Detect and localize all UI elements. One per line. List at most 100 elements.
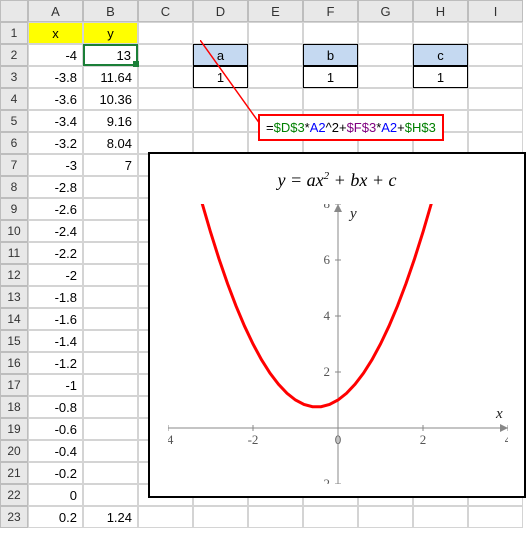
cell-A14[interactable]: -1.6: [28, 308, 83, 330]
cell-A11[interactable]: -2.2: [28, 242, 83, 264]
row-11[interactable]: 11: [0, 242, 28, 264]
cell-empty[interactable]: [138, 110, 193, 132]
cell-A8[interactable]: -2.8: [28, 176, 83, 198]
col-F[interactable]: F: [303, 0, 358, 22]
cell-empty[interactable]: [248, 88, 303, 110]
cell-A17[interactable]: -1: [28, 374, 83, 396]
cell-B12[interactable]: [83, 264, 138, 286]
cell-empty[interactable]: [193, 110, 248, 132]
cell-D1[interactable]: [193, 22, 248, 44]
cell-A15[interactable]: -1.4: [28, 330, 83, 352]
chart-panel[interactable]: y = ax2 + bx + c -4-2024-22468xy: [148, 152, 526, 498]
cell-A13[interactable]: -1.8: [28, 286, 83, 308]
cell-I1[interactable]: [468, 22, 523, 44]
cell-C2[interactable]: [138, 44, 193, 66]
cell-B3[interactable]: 11.64: [83, 66, 138, 88]
row-1[interactable]: 1: [0, 22, 28, 44]
cell-G1[interactable]: [358, 22, 413, 44]
cell-B20[interactable]: [83, 440, 138, 462]
row-19[interactable]: 19: [0, 418, 28, 440]
cell-A7[interactable]: -3: [28, 154, 83, 176]
row-10[interactable]: 10: [0, 220, 28, 242]
cell-A2[interactable]: -4: [28, 44, 83, 66]
cell-B13[interactable]: [83, 286, 138, 308]
cell-A9[interactable]: -2.6: [28, 198, 83, 220]
cell-empty[interactable]: [303, 506, 358, 528]
row-23[interactable]: 23: [0, 506, 28, 528]
cell-B19[interactable]: [83, 418, 138, 440]
cell-B21[interactable]: [83, 462, 138, 484]
cell-empty[interactable]: [248, 506, 303, 528]
cell-B16[interactable]: [83, 352, 138, 374]
cell-E1[interactable]: [248, 22, 303, 44]
cell-B15[interactable]: [83, 330, 138, 352]
cell-G3[interactable]: [358, 66, 413, 88]
cell-A19[interactable]: -0.6: [28, 418, 83, 440]
cell-A1[interactable]: x: [28, 22, 83, 44]
cell-A5[interactable]: -3.4: [28, 110, 83, 132]
cell-B4[interactable]: 10.36: [83, 88, 138, 110]
cell-B8[interactable]: [83, 176, 138, 198]
param-b-label[interactable]: b: [303, 44, 358, 66]
row-14[interactable]: 14: [0, 308, 28, 330]
row-8[interactable]: 8: [0, 176, 28, 198]
cell-empty[interactable]: [193, 506, 248, 528]
row-3[interactable]: 3: [0, 66, 28, 88]
cell-empty[interactable]: [358, 88, 413, 110]
cell-B11[interactable]: [83, 242, 138, 264]
row-7[interactable]: 7: [0, 154, 28, 176]
cell-empty[interactable]: [468, 132, 523, 154]
cell-A23[interactable]: 0.2: [28, 506, 83, 528]
cell-B5[interactable]: 9.16: [83, 110, 138, 132]
col-G[interactable]: G: [358, 0, 413, 22]
cell-B22[interactable]: [83, 484, 138, 506]
row-18[interactable]: 18: [0, 396, 28, 418]
cell-A20[interactable]: -0.4: [28, 440, 83, 462]
cell-A18[interactable]: -0.8: [28, 396, 83, 418]
param-b-value[interactable]: 1: [303, 66, 358, 88]
row-2[interactable]: 2: [0, 44, 28, 66]
cell-empty[interactable]: [413, 88, 468, 110]
row-12[interactable]: 12: [0, 264, 28, 286]
cell-B9[interactable]: [83, 198, 138, 220]
cell-B2-active[interactable]: 13: [83, 44, 138, 66]
param-a-label[interactable]: a: [193, 44, 248, 66]
row-22[interactable]: 22: [0, 484, 28, 506]
col-E[interactable]: E: [248, 0, 303, 22]
cell-B6[interactable]: 8.04: [83, 132, 138, 154]
col-A[interactable]: A: [28, 0, 83, 22]
param-a-value[interactable]: 1: [193, 66, 248, 88]
cell-empty[interactable]: [468, 506, 523, 528]
cell-B18[interactable]: [83, 396, 138, 418]
row-17[interactable]: 17: [0, 374, 28, 396]
param-c-value[interactable]: 1: [413, 66, 468, 88]
cell-empty[interactable]: [413, 506, 468, 528]
param-c-label[interactable]: c: [413, 44, 468, 66]
cell-empty[interactable]: [193, 88, 248, 110]
cell-B7[interactable]: 7: [83, 154, 138, 176]
col-D[interactable]: D: [193, 0, 248, 22]
cell-C3[interactable]: [138, 66, 193, 88]
col-C[interactable]: C: [138, 0, 193, 22]
cell-B14[interactable]: [83, 308, 138, 330]
cell-A22[interactable]: 0: [28, 484, 83, 506]
cell-empty[interactable]: [193, 132, 248, 154]
cell-G2[interactable]: [358, 44, 413, 66]
cell-A6[interactable]: -3.2: [28, 132, 83, 154]
cell-empty[interactable]: [358, 506, 413, 528]
col-H[interactable]: H: [413, 0, 468, 22]
col-B[interactable]: B: [83, 0, 138, 22]
cell-A16[interactable]: -1.2: [28, 352, 83, 374]
cell-A21[interactable]: -0.2: [28, 462, 83, 484]
row-9[interactable]: 9: [0, 198, 28, 220]
cell-empty[interactable]: [468, 110, 523, 132]
row-20[interactable]: 20: [0, 440, 28, 462]
cell-empty[interactable]: [138, 88, 193, 110]
cell-B10[interactable]: [83, 220, 138, 242]
row-4[interactable]: 4: [0, 88, 28, 110]
cell-I2[interactable]: [468, 44, 523, 66]
row-5[interactable]: 5: [0, 110, 28, 132]
cell-I3[interactable]: [468, 66, 523, 88]
cell-empty[interactable]: [303, 88, 358, 110]
row-6[interactable]: 6: [0, 132, 28, 154]
